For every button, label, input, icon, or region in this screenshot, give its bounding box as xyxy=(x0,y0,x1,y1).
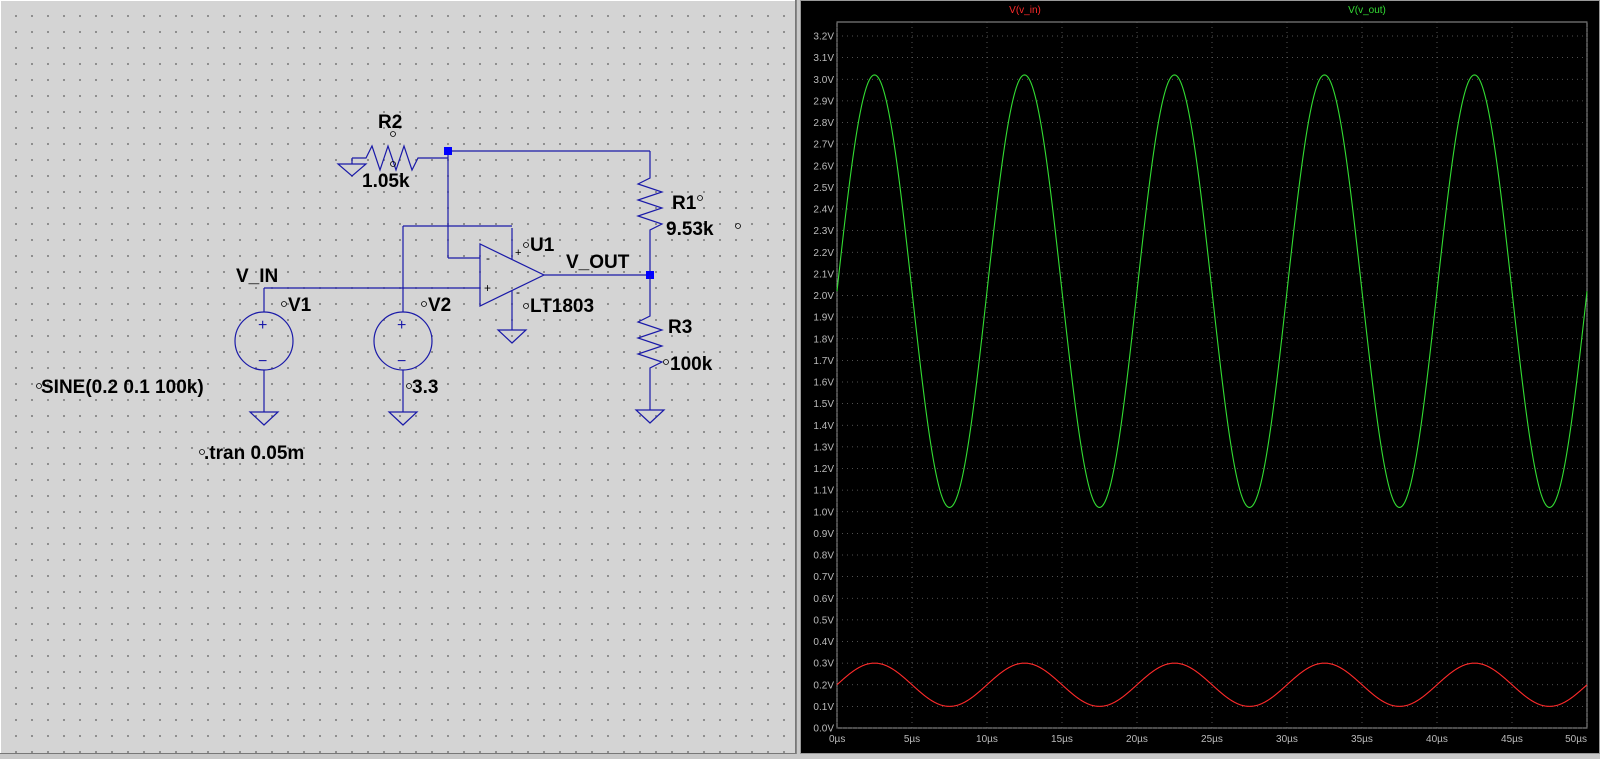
schematic-editor[interactable]: R2 1.05k R1 9.53k - + + - U1 LT1803 V_OU… xyxy=(0,0,797,754)
x-tick-label: 35µs xyxy=(1351,734,1373,745)
y-tick-label: 2.2V xyxy=(813,248,834,259)
x-tick-label: 0µs xyxy=(829,734,845,745)
waveform-viewer[interactable]: V(v_in) V(v_out) 0.0V 0.1V 0.2V 0.3V 0.4V 0.5… xyxy=(800,0,1600,754)
resistor-r3[interactable] xyxy=(634,276,666,424)
x-tick-label: 5µs xyxy=(904,734,920,745)
resistor-r2[interactable] xyxy=(352,144,448,172)
y-tick-label: 3.0V xyxy=(813,75,834,86)
x-tick-label: 15µs xyxy=(1051,734,1073,745)
x-tick-label: 25µs xyxy=(1201,734,1223,745)
x-tick-label: 20µs xyxy=(1126,734,1148,745)
y-tick-label: 1.2V xyxy=(813,464,834,475)
y-tick-label: 1.5V xyxy=(813,399,834,410)
y-tick-label: 0.4V xyxy=(813,637,834,648)
plot-traces xyxy=(836,74,1588,707)
v1-plus-symbol: + xyxy=(258,317,267,334)
v2-value: 3.3 xyxy=(412,377,438,398)
y-tick-label: 2.4V xyxy=(813,205,834,216)
net-label-v-in[interactable]: V_IN xyxy=(236,266,278,287)
r1-label: R1 xyxy=(672,193,697,214)
schematic-canvas[interactable]: R2 1.05k R1 9.53k - + + - U1 LT1803 V_OU… xyxy=(0,0,796,754)
y-tick-label: 1.3V xyxy=(813,442,834,453)
opamp-supply-plus-symbol: + xyxy=(515,247,521,259)
u1-label: U1 xyxy=(530,235,555,256)
x-tick-label: 45µs xyxy=(1501,734,1523,745)
junction-r2 xyxy=(444,147,452,155)
v1-label: V1 xyxy=(288,295,312,316)
y-tick-label: 3.2V xyxy=(813,32,834,43)
y-tick-label: 0.6V xyxy=(813,594,834,605)
y-tick-label: 2.3V xyxy=(813,226,834,237)
y-tick-label: 1.7V xyxy=(813,356,834,367)
x-axis-ticks: 0µs 5µs 10µs 15µs 20µs 25µs 30µs 35µs 40µs 45µs 50… xyxy=(829,734,1587,745)
y-tick-label: 1.6V xyxy=(813,378,834,389)
x-tick-label: 30µs xyxy=(1276,734,1298,745)
y-tick-label: 1.9V xyxy=(813,313,834,324)
y-tick-label: 2.6V xyxy=(813,161,834,172)
y-tick-label: 1.4V xyxy=(813,421,834,432)
r2-value: 1.05k xyxy=(362,171,410,192)
opamp-minus-pin-symbol: - xyxy=(486,251,490,265)
y-axis-ticks: 0.0V 0.1V 0.2V 0.3V 0.4V 0.5V 0.6V 0.7V 0.8V 0.9V… xyxy=(813,32,834,735)
y-tick-label: 1.8V xyxy=(813,334,834,345)
u1-value: LT1803 xyxy=(530,296,594,317)
y-tick-label: 1.1V xyxy=(813,486,834,497)
waveform-plot[interactable]: V(v_in) V(v_out) 0.0V 0.1V 0.2V 0.3V 0.4V 0.5… xyxy=(800,0,1600,754)
y-tick-label: 0.8V xyxy=(813,551,834,562)
v1-minus-symbol: − xyxy=(258,353,267,370)
y-tick-label: 2.0V xyxy=(813,291,834,302)
r1-value: 9.53k xyxy=(666,219,714,240)
y-tick-label: 0.2V xyxy=(813,680,834,691)
v1-value: SINE(0.2 0.1 100k) xyxy=(41,377,204,398)
spice-directive[interactable]: .tran 0.05m xyxy=(204,443,304,464)
plot-grid xyxy=(836,22,1588,729)
y-tick-label: 0.5V xyxy=(813,615,834,626)
y-tick-label: 1.0V xyxy=(813,507,834,518)
trace-v-v-in[interactable] xyxy=(836,662,1588,707)
y-tick-label: 3.1V xyxy=(813,53,834,64)
y-tick-label: 2.1V xyxy=(813,269,834,280)
v2-plus-symbol: + xyxy=(397,317,406,334)
y-tick-label: 0.3V xyxy=(813,659,834,670)
y-tick-label: 0.0V xyxy=(813,724,834,735)
opamp-plus-pin-symbol: + xyxy=(484,281,491,295)
r2-label: R2 xyxy=(378,112,402,133)
trace-title-v-out[interactable]: V(v_out) xyxy=(1348,5,1386,16)
x-tick-label: 40µs xyxy=(1426,734,1448,745)
y-tick-label: 2.5V xyxy=(813,183,834,194)
y-tick-label: 2.7V xyxy=(813,140,834,151)
r3-value: 100k xyxy=(670,354,713,375)
y-tick-label: 2.9V xyxy=(813,96,834,107)
x-tick-label: 10µs xyxy=(976,734,998,745)
trace-title-v-in[interactable]: V(v_in) xyxy=(1009,5,1041,16)
y-tick-label: 0.1V xyxy=(813,702,834,713)
r3-label: R3 xyxy=(668,317,692,338)
x-tick-label: 50µs xyxy=(1565,734,1587,745)
y-tick-label: 0.9V xyxy=(813,529,834,540)
v2-minus-symbol: − xyxy=(397,353,406,370)
resistor-r1[interactable] xyxy=(636,151,664,276)
opamp-supply-minus-symbol: - xyxy=(516,285,520,299)
v2-label: V2 xyxy=(428,295,451,316)
net-label-v-out[interactable]: V_OUT xyxy=(566,252,630,273)
y-tick-label: 0.7V xyxy=(813,572,834,583)
y-tick-label: 2.8V xyxy=(813,118,834,129)
